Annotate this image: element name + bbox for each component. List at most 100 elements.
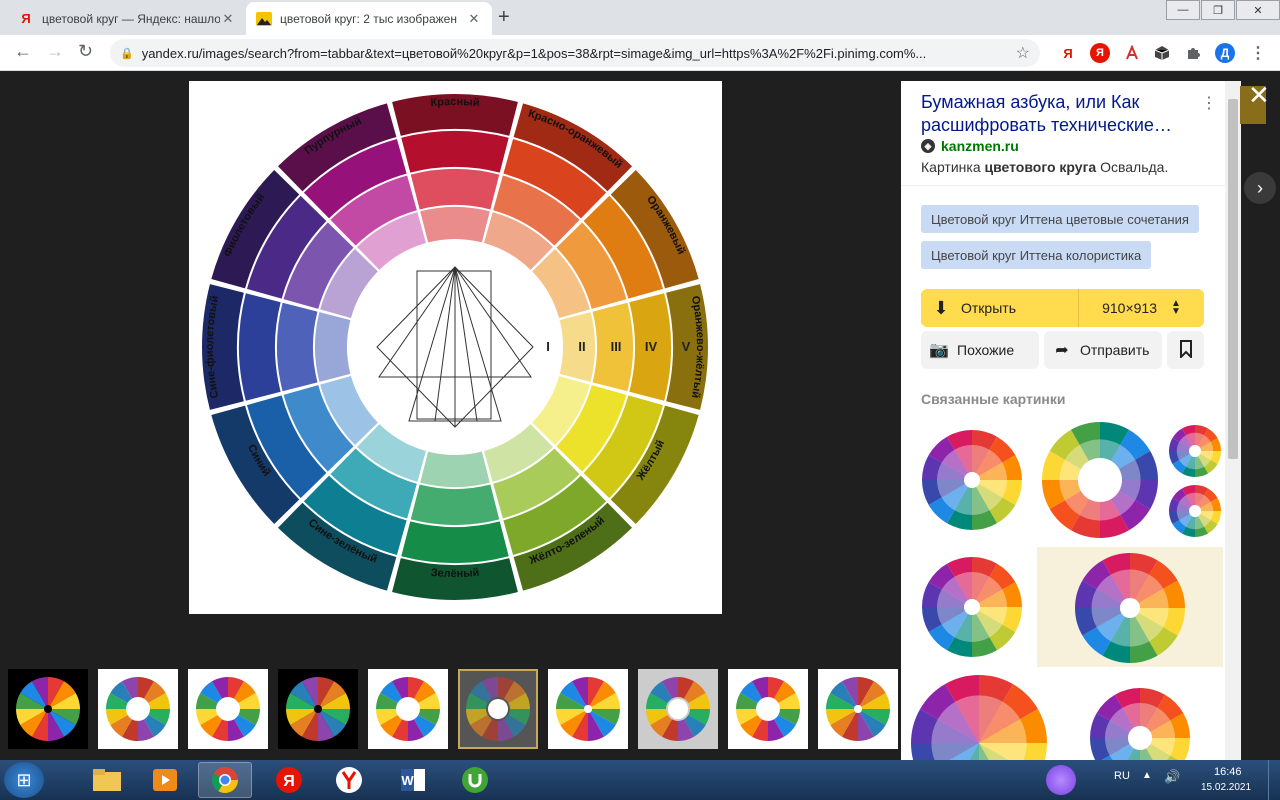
main-image[interactable]: Красный Красно-оранжевый Оранжевый Оранжево… bbox=[189, 81, 722, 614]
tag-chip[interactable]: Цветовой круг Иттена цветовые сочетания bbox=[921, 205, 1199, 233]
next-image-icon[interactable]: › bbox=[1244, 172, 1276, 204]
site-favicon-icon: ◈ bbox=[921, 139, 935, 153]
download-icon: ⬇ bbox=[933, 297, 949, 318]
minimize-icon[interactable]: — bbox=[1166, 0, 1200, 20]
thumbnail-graphic bbox=[646, 677, 710, 741]
panel-scrollbar[interactable] bbox=[1225, 81, 1241, 760]
related-image[interactable] bbox=[909, 547, 1035, 667]
utorrent-icon[interactable] bbox=[448, 762, 502, 798]
desc-text: Освальда. bbox=[1096, 159, 1169, 175]
thumbnail[interactable] bbox=[368, 669, 448, 749]
similar-label: Похожие bbox=[957, 342, 1015, 358]
tab-yandex-search[interactable]: Я цветовой круг — Яндекс: нашлось ✕ bbox=[8, 2, 246, 35]
new-tab-button[interactable]: + bbox=[498, 6, 510, 29]
related-image[interactable] bbox=[909, 673, 1049, 760]
bookmark-icon bbox=[1179, 339, 1193, 361]
thumbnail[interactable] bbox=[188, 669, 268, 749]
close-window-icon[interactable]: ✕ bbox=[1236, 0, 1280, 20]
back-icon[interactable]: ← bbox=[14, 41, 32, 62]
wheel-segment bbox=[559, 312, 595, 382]
yandex-extension-icon[interactable]: Я bbox=[1090, 43, 1110, 63]
pdf-icon[interactable] bbox=[1122, 43, 1142, 63]
source-site[interactable]: ◈ kanzmen.ru bbox=[921, 138, 1019, 154]
tab-images[interactable]: цветовой круг: 2 тыс изображен ✕ bbox=[246, 2, 492, 35]
source-title-link[interactable]: Бумажная азбука, или Как расшифровать те… bbox=[921, 91, 1181, 137]
thumbnail[interactable] bbox=[98, 669, 178, 749]
clock-time[interactable]: 16:46 bbox=[1214, 766, 1242, 778]
close-tab-icon[interactable]: ✕ bbox=[466, 11, 482, 27]
tray-arrow-icon[interactable]: ▲ bbox=[1142, 770, 1152, 781]
tag-chip[interactable]: Цветовой круг Иттена колористика bbox=[921, 241, 1152, 269]
size-select[interactable]: 910×913 ▲ ▼ bbox=[1078, 289, 1204, 327]
open-button[interactable]: ⬇ Открыть 910×913 ▲ ▼ bbox=[921, 289, 1204, 327]
profile-avatar[interactable]: Д bbox=[1215, 43, 1235, 63]
language-indicator[interactable]: RU bbox=[1114, 770, 1130, 782]
menu-kebab-icon[interactable]: ⋮ bbox=[1248, 43, 1268, 63]
thumbnail-graphic bbox=[466, 677, 530, 741]
browser-toolbar: ← → ↻ 🔒 yandex.ru/images/search?from=tab… bbox=[0, 35, 1280, 71]
thumbnail[interactable] bbox=[728, 669, 808, 749]
bookmark-star-icon[interactable]: ☆ bbox=[1016, 43, 1030, 63]
yandex-browser-icon[interactable] bbox=[322, 762, 376, 798]
lock-icon: 🔒 bbox=[120, 47, 134, 60]
more-options-icon[interactable]: ⋮ bbox=[1201, 93, 1217, 113]
yandex-extension-icon[interactable]: Я bbox=[1058, 43, 1078, 63]
camera-icon: 📷 bbox=[929, 342, 949, 359]
show-desktop-button[interactable] bbox=[1268, 760, 1280, 800]
wheel-segment bbox=[239, 293, 281, 401]
yandex-favicon-icon: Я bbox=[21, 11, 31, 26]
thumbnail[interactable] bbox=[638, 669, 718, 749]
close-tab-icon[interactable]: ✕ bbox=[220, 11, 236, 27]
share-arrow-icon: ➦ bbox=[1055, 342, 1069, 359]
clock-date[interactable]: 15.02.2021 bbox=[1201, 782, 1251, 793]
thumbnail-graphic bbox=[106, 677, 170, 741]
similar-button[interactable]: 📷 Похожие bbox=[921, 331, 1039, 369]
info-panel: Бумажная азбука, или Как расшифровать те… bbox=[901, 81, 1225, 760]
related-thumb-graphic bbox=[1090, 688, 1190, 760]
reload-icon[interactable]: ↻ bbox=[78, 41, 93, 62]
wheel-segment bbox=[277, 302, 318, 392]
size-value: 910×913 bbox=[1102, 300, 1157, 316]
start-button[interactable]: ⊞ bbox=[4, 762, 44, 798]
alice-assistant-icon[interactable] bbox=[1046, 765, 1076, 795]
related-heading: Связанные картинки bbox=[921, 391, 1066, 407]
scrollbar-thumb[interactable] bbox=[1228, 99, 1238, 459]
restore-icon[interactable]: ❐ bbox=[1201, 0, 1235, 20]
wheel-segment bbox=[401, 131, 509, 173]
thumbnail[interactable] bbox=[458, 669, 538, 749]
tab-title: цветовой круг: 2 тыс изображен bbox=[280, 11, 457, 26]
related-image[interactable] bbox=[1037, 419, 1163, 541]
wheel-segment bbox=[401, 521, 509, 563]
related-image[interactable] bbox=[1057, 673, 1223, 760]
window-controls: — ❐ ✕ bbox=[1165, 0, 1280, 20]
chrome-icon[interactable] bbox=[198, 762, 252, 798]
related-image[interactable] bbox=[909, 419, 1035, 541]
thumbnail-graphic bbox=[376, 677, 440, 741]
ring-number-label: III bbox=[611, 339, 622, 354]
address-bar[interactable]: 🔒 yandex.ru/images/search?from=tabbar&te… bbox=[110, 39, 1040, 67]
volume-icon[interactable]: 🔊 bbox=[1164, 769, 1180, 785]
url-text: yandex.ru/images/search?from=tabbar&text… bbox=[141, 45, 927, 61]
thumbnail[interactable] bbox=[818, 669, 898, 749]
puzzle-icon[interactable] bbox=[1183, 43, 1203, 63]
close-viewer-icon[interactable]: ✕ bbox=[1248, 80, 1270, 111]
thumbnail-graphic bbox=[16, 677, 80, 741]
word-icon[interactable]: W bbox=[386, 762, 440, 798]
collection-button[interactable] bbox=[1167, 331, 1204, 369]
media-player-icon[interactable] bbox=[138, 762, 192, 798]
thumbnail[interactable] bbox=[548, 669, 628, 749]
forward-icon[interactable]: → bbox=[46, 41, 64, 62]
wheel-segment bbox=[410, 169, 500, 210]
related-image[interactable] bbox=[1037, 547, 1223, 667]
wheel-segment bbox=[420, 451, 490, 487]
thumbnail-graphic bbox=[556, 677, 620, 741]
yandex-icon[interactable]: Я bbox=[262, 762, 316, 798]
wheel-segment bbox=[410, 484, 500, 525]
thumbnail[interactable] bbox=[278, 669, 358, 749]
related-image[interactable] bbox=[1165, 419, 1225, 541]
share-button[interactable]: ➦ Отправить bbox=[1044, 331, 1162, 369]
related-thumb-graphic bbox=[922, 557, 1022, 657]
folder-icon[interactable] bbox=[80, 762, 134, 798]
cube-icon[interactable] bbox=[1152, 43, 1172, 63]
thumbnail[interactable] bbox=[8, 669, 88, 749]
